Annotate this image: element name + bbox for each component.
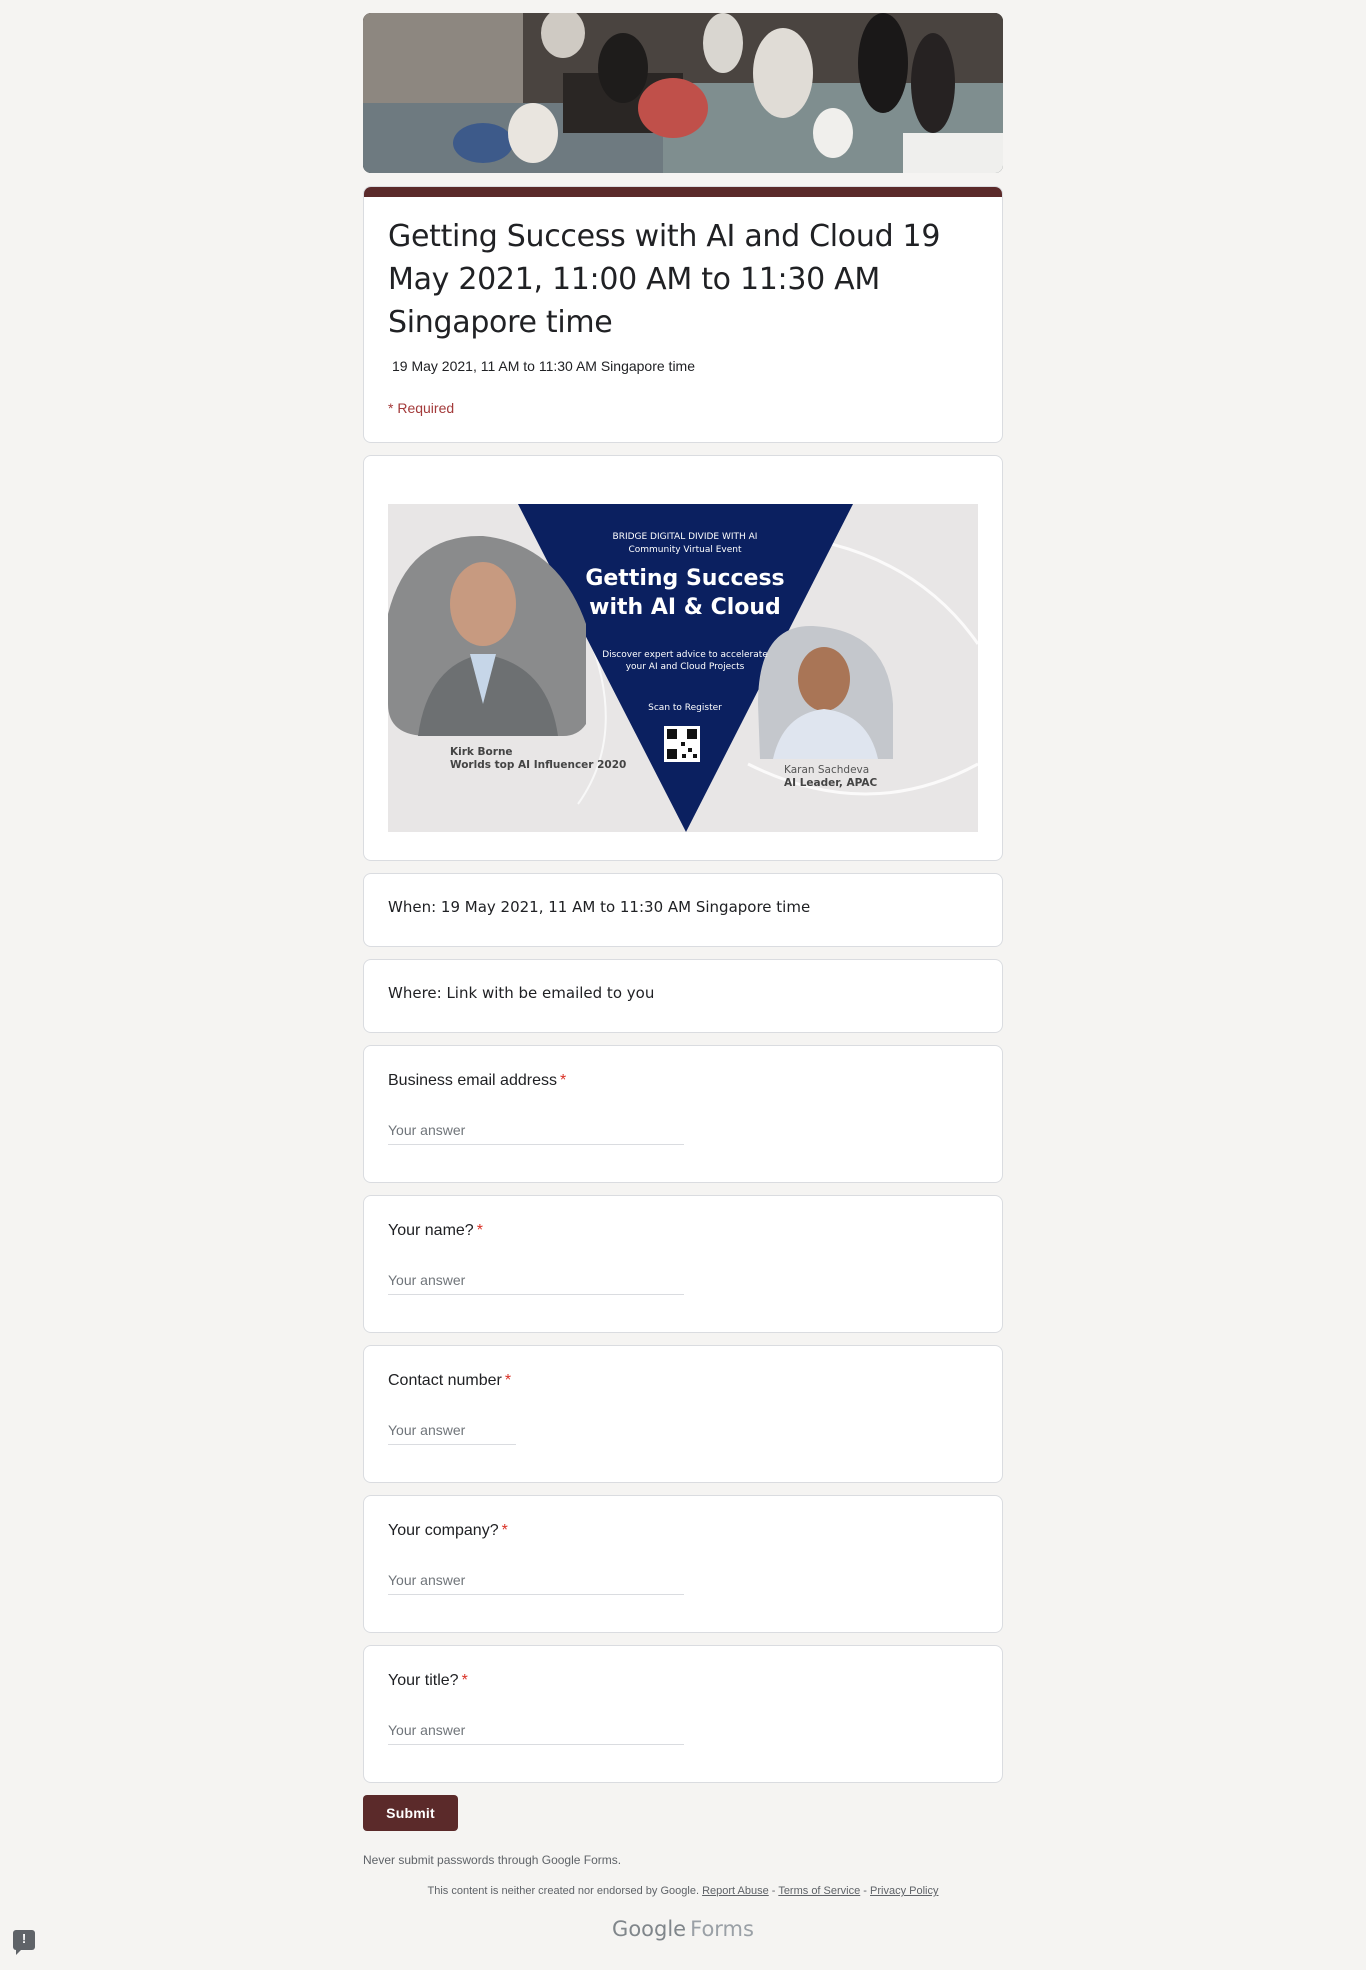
promo-scan-text: Scan to Register: [648, 703, 722, 713]
title-field[interactable]: [388, 1718, 684, 1745]
promo-headline-1: Getting Success: [585, 566, 785, 591]
report-issue-icon[interactable]: !: [13, 1930, 35, 1955]
report-abuse-link[interactable]: Report Abuse: [702, 1885, 769, 1897]
question-business-email: Business email address *: [363, 1045, 1003, 1183]
promo-tagline-1: Discover expert advice to accelerate: [602, 650, 768, 660]
question-your-name: Your name? *: [363, 1195, 1003, 1333]
promo-tagline-2: your AI and Cloud Projects: [625, 662, 745, 672]
business-email-field[interactable]: [388, 1118, 684, 1145]
google-forms-logo[interactable]: Google Forms: [363, 1917, 1003, 1941]
question-your-title: Your title? *: [363, 1645, 1003, 1783]
question-label-text: Your title?: [388, 1672, 459, 1689]
where-card: Where: Link with be emailed to you: [363, 959, 1003, 1033]
speaker-2-caption: Karan Sachdeva AI Leader, APAC: [784, 764, 877, 790]
question-contact-number: Contact number *: [363, 1345, 1003, 1483]
required-note: * Required: [388, 400, 455, 416]
where-text: Where: Link with be emailed to you: [388, 984, 655, 1002]
when-text: When: 19 May 2021, 11 AM to 11:30 AM Sin…: [388, 898, 811, 916]
required-star: *: [476, 1222, 483, 1239]
brand-google: Google: [612, 1917, 687, 1941]
submit-button[interactable]: Submit: [363, 1795, 458, 1831]
theme-accent-bar: [364, 187, 1002, 197]
event-promo-image: BRIDGE DIGITAL DIVIDE WITH AI Community …: [388, 504, 978, 832]
question-label: Your title? *: [388, 1670, 978, 1692]
question-label: Your name? *: [388, 1220, 978, 1242]
privacy-policy-link[interactable]: Privacy Policy: [870, 1885, 938, 1897]
footer-separator: -: [860, 1885, 871, 1897]
question-label-text: Contact number: [388, 1372, 502, 1389]
required-star: *: [504, 1372, 512, 1389]
question-label-text: Your name?: [388, 1222, 474, 1239]
party-photo: [363, 13, 1003, 173]
promo-eyebrow-1: BRIDGE DIGITAL DIVIDE WITH AI: [612, 532, 758, 542]
speaker-1-caption: Kirk Borne Worlds top AI Influencer 2020: [450, 746, 626, 772]
brand-forms: Forms: [690, 1917, 754, 1941]
footer-separator: -: [768, 1885, 779, 1897]
name-field[interactable]: [388, 1268, 684, 1295]
speaker-2-title: AI Leader, APAC: [784, 777, 878, 789]
form-container: Getting Success with AI and Cloud 19 May…: [363, 13, 1003, 1941]
required-star: *: [501, 1522, 508, 1539]
speaker-2-name: Karan Sachdeva: [784, 764, 870, 776]
form-title-card: Getting Success with AI and Cloud 19 May…: [363, 186, 1003, 443]
required-star: *: [559, 1072, 567, 1089]
question-label-text: Your company?: [388, 1522, 499, 1539]
speaker-1-name: Kirk Borne: [450, 746, 513, 758]
form-title: Getting Success with AI and Cloud 19 May…: [388, 219, 941, 340]
contact-number-field[interactable]: [388, 1418, 516, 1445]
form-description: 19 May 2021, 11 AM to 11:30 AM Singapore…: [392, 358, 695, 374]
password-warning: Never submit passwords through Google Fo…: [363, 1853, 622, 1867]
disclaimer-text: This content is neither created nor endo…: [427, 1885, 700, 1897]
question-label: Business email address *: [388, 1070, 978, 1092]
when-card: When: 19 May 2021, 11 AM to 11:30 AM Sin…: [363, 873, 1003, 947]
promo-eyebrow-2: Community Virtual Event: [628, 545, 742, 555]
question-label: Contact number *: [388, 1370, 978, 1392]
company-field[interactable]: [388, 1568, 684, 1595]
question-label-text: Business email address: [388, 1072, 557, 1089]
terms-of-service-link[interactable]: Terms of Service: [778, 1885, 860, 1897]
header-banner-image: [363, 13, 1003, 173]
promo-headline-2: with AI & Cloud: [589, 595, 781, 620]
question-label: Your company? *: [388, 1520, 978, 1542]
promo-image-card: BRIDGE DIGITAL DIVIDE WITH AI Community …: [363, 455, 1003, 861]
required-star: *: [461, 1672, 468, 1689]
speaker-1-title: Worlds top AI Influencer 2020: [450, 759, 627, 771]
footer-disclaimer: This content is neither created nor endo…: [363, 1885, 1003, 1897]
question-your-company: Your company? *: [363, 1495, 1003, 1633]
